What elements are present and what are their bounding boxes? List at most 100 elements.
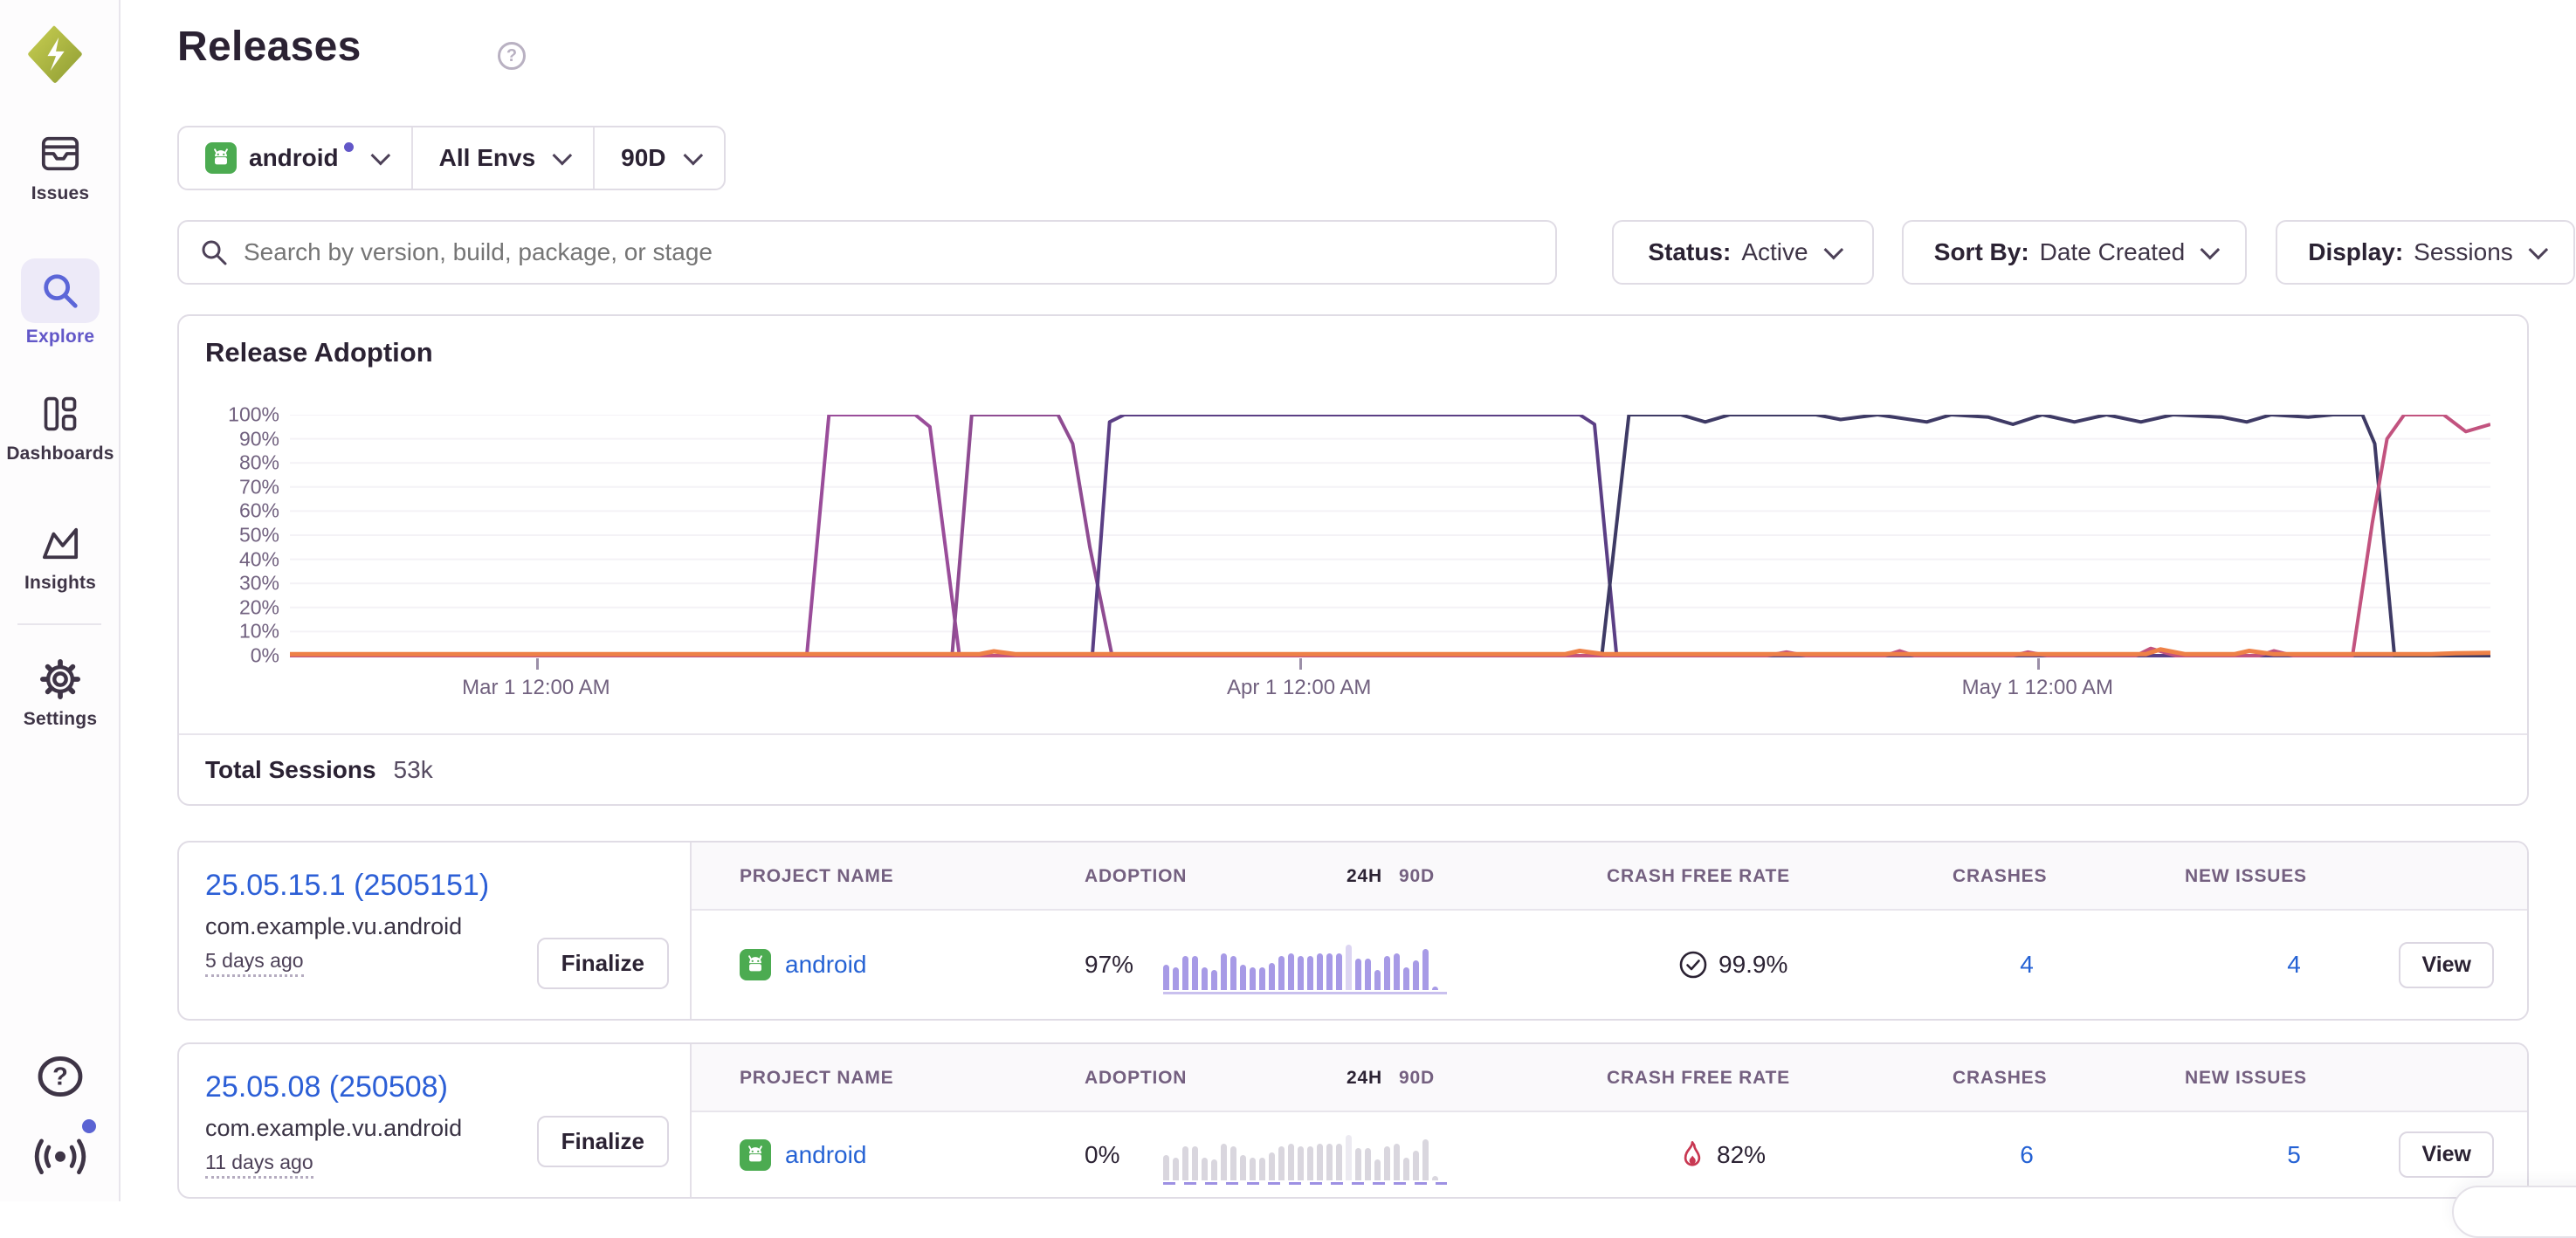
crashes-link[interactable]: 6 bbox=[1953, 1141, 2101, 1169]
sparkline-bar bbox=[1326, 1144, 1333, 1180]
sparkline-bar bbox=[1365, 959, 1371, 990]
sparkline-bar bbox=[1403, 1158, 1409, 1180]
sidebar-item-insights[interactable]: Insights bbox=[0, 519, 121, 594]
display-dropdown[interactable]: Display: Sessions bbox=[2276, 220, 2575, 285]
period-filter-dropdown[interactable]: 90D bbox=[593, 127, 723, 189]
status-dropdown[interactable]: Status: Active bbox=[1612, 220, 1874, 285]
android-platform-icon bbox=[740, 949, 771, 980]
sparkline-bar bbox=[1317, 953, 1323, 990]
y-tick-label: 50% bbox=[239, 524, 279, 547]
sparkline-bar bbox=[1230, 1146, 1236, 1180]
crashes-cell: 4 bbox=[1953, 911, 2101, 1019]
chart-y-axis: 100%90%80%70%60%50%40%30%20%10%0% bbox=[179, 403, 279, 665]
environment-filter-dropdown[interactable]: All Envs bbox=[411, 127, 593, 189]
new-issues-cell: 5 bbox=[2220, 1112, 2368, 1197]
table-row: android 97% 99.9% 4 4 bbox=[692, 911, 2527, 1019]
col-new-issues: NEW ISSUES bbox=[2185, 843, 2307, 911]
sparkline-bar bbox=[1163, 965, 1169, 990]
y-tick-label: 30% bbox=[239, 572, 279, 595]
page-title: Releases bbox=[177, 23, 362, 71]
release-package: com.example.vu.android bbox=[205, 913, 690, 940]
sentry-logo-icon[interactable] bbox=[25, 23, 85, 86]
status-value: Active bbox=[1741, 238, 1808, 266]
release-table: PROJECT NAME ADOPTION 24H 90D CRASH FREE… bbox=[692, 1044, 2527, 1197]
page-filter-bar: android All Envs 90D bbox=[177, 126, 726, 190]
sidebar-item-settings[interactable]: Settings bbox=[0, 653, 121, 730]
adoption-line-chart[interactable] bbox=[290, 415, 2490, 656]
period-filter-label: 90D bbox=[621, 144, 665, 172]
sparkline-bar bbox=[1182, 1146, 1188, 1180]
display-value: Sessions bbox=[2414, 238, 2513, 266]
y-tick-label: 70% bbox=[239, 475, 279, 499]
sparkline-bar bbox=[1307, 1146, 1313, 1180]
y-tick-label: 100% bbox=[228, 403, 279, 427]
col-24h[interactable]: 24H bbox=[1347, 1044, 1382, 1112]
adoption-cell: 97% bbox=[1085, 911, 1133, 1019]
col-project-name: PROJECT NAME bbox=[740, 1044, 893, 1112]
new-issues-cell: 4 bbox=[2220, 911, 2368, 1019]
crashes-link[interactable]: 4 bbox=[1953, 951, 2101, 979]
col-24h[interactable]: 24H bbox=[1347, 843, 1382, 911]
crash-free-rate-value: 99.9% bbox=[1718, 951, 1787, 979]
chevron-down-icon bbox=[2528, 240, 2548, 260]
help-button[interactable]: ? bbox=[0, 1051, 121, 1106]
sparkline-bar bbox=[1422, 1139, 1429, 1180]
release-version-link[interactable]: 25.05.08 (250508) bbox=[205, 1070, 448, 1104]
release-card: 25.05.15.1 (2505151) com.example.vu.andr… bbox=[177, 841, 2529, 1021]
new-issues-link[interactable]: 5 bbox=[2220, 1141, 2368, 1169]
sparkline-bar bbox=[1173, 967, 1179, 990]
settings-gear-icon bbox=[21, 653, 100, 705]
y-tick-label: 20% bbox=[239, 595, 279, 619]
project-filter-label: android bbox=[249, 144, 339, 172]
search-input[interactable] bbox=[244, 238, 1534, 266]
broadcast-button[interactable] bbox=[0, 1128, 121, 1181]
sessions-sparkline-cell[interactable] bbox=[1163, 911, 1438, 1019]
finalize-button[interactable]: Finalize bbox=[537, 938, 669, 989]
sparkline-bar bbox=[1259, 967, 1265, 990]
sparkline-bar bbox=[1432, 1176, 1438, 1180]
sparkline-bar bbox=[1173, 1158, 1179, 1180]
project-link[interactable]: android bbox=[785, 951, 866, 979]
sort-by-dropdown[interactable]: Sort By: Date Created bbox=[1902, 220, 2247, 285]
project-link[interactable]: android bbox=[785, 1141, 866, 1169]
sparkline-bar bbox=[1269, 963, 1275, 990]
chart-title: Release Adoption bbox=[205, 337, 433, 368]
search-icon bbox=[200, 238, 228, 266]
android-platform-icon bbox=[205, 142, 237, 174]
sparkline-bar bbox=[1192, 1146, 1198, 1180]
col-90d[interactable]: 90D bbox=[1399, 1044, 1435, 1112]
releases-help-icon[interactable]: ? bbox=[498, 42, 526, 70]
release-version-link[interactable]: 25.05.15.1 (2505151) bbox=[205, 869, 489, 903]
view-button[interactable]: View bbox=[2399, 1131, 2494, 1178]
release-search[interactable] bbox=[177, 220, 1557, 285]
sparkline-bar bbox=[1355, 1148, 1361, 1180]
environment-filter-label: All Envs bbox=[439, 144, 535, 172]
sidebar-item-dashboards[interactable]: Dashboards bbox=[0, 388, 121, 464]
dashboards-icon bbox=[21, 388, 100, 440]
sessions-sparkline-cell[interactable] bbox=[1163, 1112, 1438, 1197]
sparkline-bar bbox=[1374, 1159, 1381, 1180]
col-90d[interactable]: 90D bbox=[1399, 843, 1435, 911]
svg-text:?: ? bbox=[52, 1063, 68, 1091]
release-meta: 25.05.08 (250508) com.example.vu.android… bbox=[179, 1044, 692, 1197]
new-issues-link[interactable]: 4 bbox=[2220, 951, 2368, 979]
sparkline-bar bbox=[1230, 956, 1236, 990]
floating-widget-cutoff[interactable] bbox=[2452, 1186, 2576, 1238]
adoption-value: 0% bbox=[1085, 1141, 1119, 1169]
view-button[interactable]: View bbox=[2399, 942, 2494, 988]
sidebar-item-label: Dashboards bbox=[0, 444, 121, 464]
sparkline-bar bbox=[1394, 1144, 1400, 1180]
total-sessions-row: Total Sessions 53k bbox=[179, 733, 2527, 804]
sidebar-item-issues[interactable]: Issues bbox=[0, 127, 121, 204]
sparkline-bar bbox=[1326, 953, 1333, 990]
sparkline-bar bbox=[1336, 953, 1342, 990]
sort-by-label: Sort By: bbox=[1934, 238, 2029, 266]
display-label: Display: bbox=[2308, 238, 2403, 266]
finalize-button[interactable]: Finalize bbox=[537, 1116, 669, 1167]
x-tick-label: May 1 12:00 AM bbox=[1962, 676, 2113, 700]
project-filter-dropdown[interactable]: android bbox=[179, 127, 411, 189]
sparkline-bar bbox=[1413, 1151, 1419, 1180]
sidebar-item-explore[interactable]: Explore bbox=[0, 258, 121, 347]
y-tick-label: 40% bbox=[239, 547, 279, 571]
y-tick-label: 10% bbox=[239, 620, 279, 643]
